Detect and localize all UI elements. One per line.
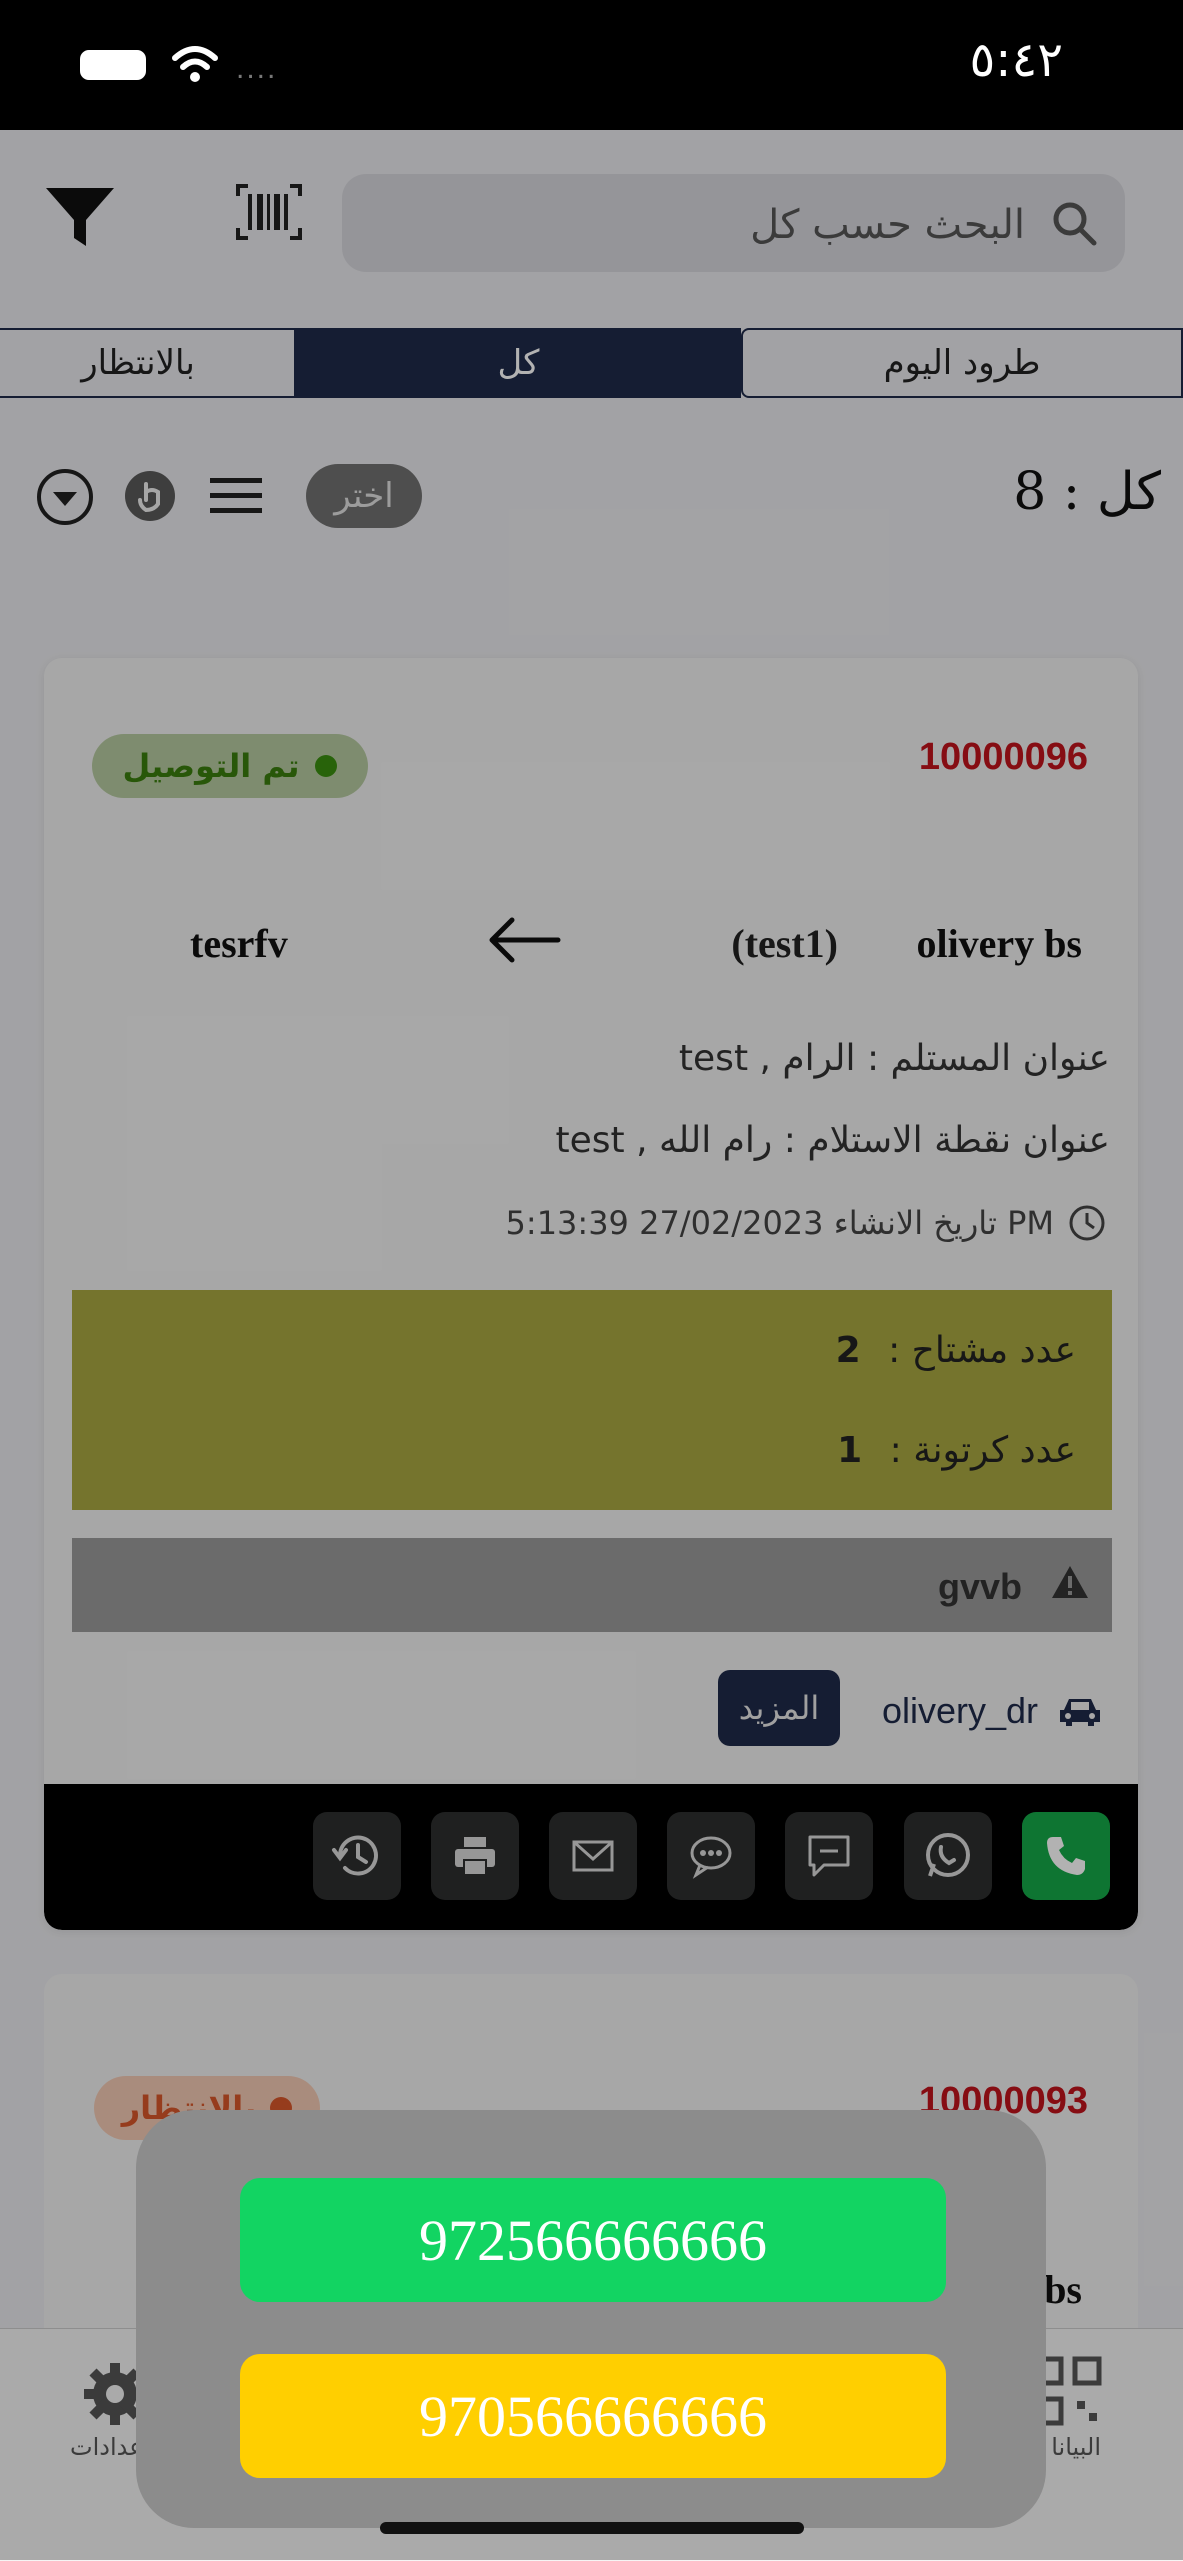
clock-time: ٥:٤٢ [969, 32, 1063, 88]
phone-number-popup: 972566666666 970566666666 [136, 2110, 1046, 2528]
home-indicator [380, 2522, 804, 2534]
wifi-icon [172, 46, 218, 82]
battery-icon [80, 50, 146, 80]
phone-option-1[interactable]: 972566666666 [240, 2178, 946, 2302]
status-bar: .... ٥:٤٢ [0, 0, 1183, 130]
signal-dots: .... [236, 52, 278, 85]
phone-option-2[interactable]: 970566666666 [240, 2354, 946, 2478]
